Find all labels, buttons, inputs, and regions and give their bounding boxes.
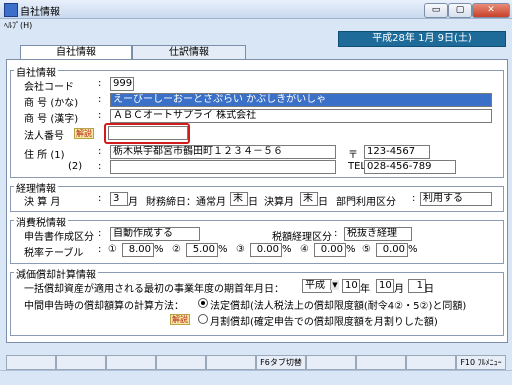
tax-method-field[interactable]: 税抜き経理 bbox=[344, 227, 412, 241]
colon: : bbox=[412, 193, 416, 204]
settle-day-field[interactable]: 末 bbox=[300, 192, 318, 206]
kana-name-label: 商 号 (かな) bbox=[24, 98, 79, 109]
kana-name-field[interactable]: えーびーしーおーとさぷらい かぶしきがいしゃ bbox=[110, 93, 492, 107]
department-usage-field[interactable]: 利用する bbox=[420, 192, 492, 206]
fkey-8[interactable] bbox=[356, 355, 406, 370]
rate-2-field[interactable]: 5.00 bbox=[186, 243, 218, 257]
colon: : bbox=[98, 110, 102, 121]
corp-number-field[interactable] bbox=[108, 126, 188, 140]
department-usage-label: 部門利用区分 bbox=[336, 197, 396, 208]
company-code-field[interactable]: 999 bbox=[110, 77, 134, 91]
close-button[interactable]: ✕ bbox=[472, 3, 510, 18]
address2-field[interactable] bbox=[110, 160, 336, 174]
depreciation-section-title: 減価償却計算情報 bbox=[14, 266, 98, 281]
fkey-10-full-menu[interactable]: F10 ﾌﾙﾒﾆｭｰ bbox=[456, 355, 506, 370]
colon: : bbox=[98, 161, 102, 172]
colon: : bbox=[98, 94, 102, 105]
monthly-radio[interactable] bbox=[198, 314, 208, 324]
day-unit: 日 bbox=[248, 197, 258, 208]
app-icon bbox=[4, 3, 18, 17]
statutory-radio[interactable] bbox=[198, 298, 208, 308]
rate-1-field[interactable]: 8.00 bbox=[122, 243, 154, 257]
tax-rate-table-label: 税率テーブル bbox=[24, 248, 84, 259]
year-field[interactable]: 10 bbox=[342, 279, 360, 293]
tab-journal-info[interactable]: 仕訳情報 bbox=[132, 45, 246, 60]
rate-3-field[interactable]: 0.00 bbox=[250, 243, 282, 257]
day-unit: 日 bbox=[424, 284, 434, 295]
month-unit: 月 bbox=[394, 284, 404, 295]
title-bar: 自社情報 ▭ ▢ ✕ bbox=[0, 0, 512, 19]
month-unit: 月 bbox=[128, 197, 138, 208]
tax-return-field[interactable]: 自動作成する bbox=[110, 227, 200, 241]
kanji-name-field[interactable]: ＡＢＣオートサプライ 株式会社 bbox=[110, 109, 492, 123]
day-unit: 日 bbox=[318, 197, 328, 208]
company-code-label: 会社コード bbox=[24, 82, 74, 93]
month-field[interactable]: 10 bbox=[376, 279, 394, 293]
rate-2-unit: % bbox=[218, 244, 228, 255]
close-day-label: 財務締日：通常月 bbox=[146, 197, 226, 208]
rate-1-unit: % bbox=[154, 244, 164, 255]
rate-5-unit: % bbox=[408, 244, 418, 255]
rate-4-field[interactable]: 0.00 bbox=[314, 243, 346, 257]
rate-3-number: ③ bbox=[236, 244, 245, 255]
tax-method-label: 税額経理区分 bbox=[272, 232, 332, 243]
rate-5-number: ⑤ bbox=[362, 244, 371, 255]
monthly-option-label[interactable]: 月割償却(確定申告での償却限度額を月割りした額) bbox=[210, 313, 438, 328]
corp-number-help-button[interactable]: 解説 bbox=[74, 128, 94, 139]
rate-2-number: ② bbox=[172, 244, 181, 255]
kanji-name-label: 商 号 (漢字) bbox=[24, 114, 79, 125]
tel-field[interactable]: 028-456-789 bbox=[364, 160, 456, 174]
company-section-title: 自社情報 bbox=[14, 64, 58, 79]
closing-month-label: 決 算 月 bbox=[24, 197, 61, 208]
rate-5-field[interactable]: 0.00 bbox=[376, 243, 408, 257]
era-select[interactable]: 平成 bbox=[302, 279, 332, 293]
zip-mark: 〒 bbox=[348, 150, 358, 161]
status-bar bbox=[0, 370, 512, 385]
menu-bar: ﾍﾙﾌﾟ(H) bbox=[0, 19, 512, 31]
fkey-4[interactable] bbox=[156, 355, 206, 370]
address1-label: 住 所 (1) bbox=[24, 150, 65, 161]
corp-number-label: 法人番号 bbox=[24, 131, 64, 142]
year-unit: 年 bbox=[360, 284, 370, 295]
fkey-7[interactable] bbox=[306, 355, 356, 370]
colon: : bbox=[98, 228, 102, 239]
address2-label: (2) bbox=[68, 161, 83, 172]
colon: : bbox=[98, 146, 102, 157]
date-display: 平成28年 1月 9日(土) bbox=[338, 31, 506, 47]
tax-return-label: 申告書作成区分 bbox=[24, 232, 94, 243]
lump-sum-start-label: 一括償却資産が適用される最初の事業年度の期首年月日： bbox=[24, 284, 284, 295]
closing-month-field[interactable]: 3 bbox=[110, 192, 128, 206]
settle-month-label: 決算月 bbox=[264, 197, 294, 208]
colon: : bbox=[334, 228, 338, 239]
address1-field[interactable]: 栃木県宇都宮市鶴田町１２３４－５６ bbox=[110, 145, 336, 159]
zip-field[interactable]: 123-4567 bbox=[364, 145, 430, 159]
menu-help[interactable]: ﾍﾙﾌﾟ(H) bbox=[4, 20, 32, 31]
fkey-5[interactable] bbox=[206, 355, 256, 370]
rate-1-number: ① bbox=[108, 244, 117, 255]
tax-section-title: 消費税情報 bbox=[14, 214, 68, 229]
interim-method-label: 中間申告時の償却額算の計算方法： bbox=[24, 301, 184, 312]
close-day-field[interactable]: 末 bbox=[230, 192, 248, 206]
method-help-button[interactable]: 解説 bbox=[170, 314, 190, 325]
fkey-1[interactable] bbox=[6, 355, 56, 370]
fkey-6-tab-switch[interactable]: F6タブ切替 bbox=[256, 355, 306, 370]
colon: : bbox=[98, 244, 102, 255]
rate-3-unit: % bbox=[282, 244, 292, 255]
rate-4-number: ④ bbox=[300, 244, 309, 255]
statutory-option-label[interactable]: 法定償却(法人税法上の償却限度額(耐令4②・5②)と同額) bbox=[210, 297, 466, 312]
fkey-2[interactable] bbox=[56, 355, 106, 370]
minimize-button[interactable]: ▭ bbox=[424, 3, 448, 18]
fkey-3[interactable] bbox=[106, 355, 156, 370]
function-key-bar: F6タブ切替 F10 ﾌﾙﾒﾆｭｰ bbox=[6, 343, 506, 370]
window-title: 自社情報 bbox=[20, 7, 60, 18]
colon: : bbox=[98, 193, 102, 204]
colon: : bbox=[98, 78, 102, 89]
fkey-9[interactable] bbox=[406, 355, 456, 370]
rate-4-unit: % bbox=[346, 244, 356, 255]
maximize-button[interactable]: ▢ bbox=[448, 3, 472, 18]
tab-company-info[interactable]: 自社情報 bbox=[20, 45, 132, 60]
era-dropdown-icon[interactable]: ▼ bbox=[330, 280, 339, 290]
